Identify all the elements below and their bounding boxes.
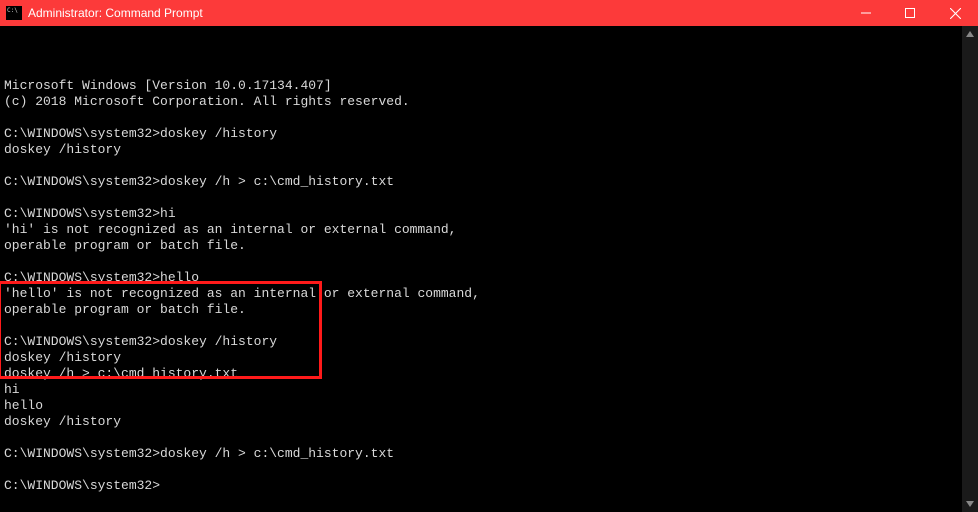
terminal-line: C:\WINDOWS\system32>doskey /h > c:\cmd_h… [4, 446, 958, 462]
titlebar[interactable]: Administrator: Command Prompt [0, 0, 978, 26]
terminal-line: C:\WINDOWS\system32>doskey /h > c:\cmd_h… [4, 174, 958, 190]
terminal-wrapper: Microsoft Windows [Version 10.0.17134.40… [0, 26, 978, 512]
cmd-icon [6, 6, 22, 20]
terminal-line: operable program or batch file. [4, 238, 958, 254]
terminal-line [4, 254, 958, 270]
window-controls [844, 0, 978, 26]
scrollbar[interactable] [962, 26, 978, 512]
maximize-button[interactable] [888, 0, 932, 26]
terminal-line: hello [4, 398, 958, 414]
terminal-line [4, 190, 958, 206]
terminal-line [4, 318, 958, 334]
terminal[interactable]: Microsoft Windows [Version 10.0.17134.40… [0, 26, 962, 512]
terminal-line [4, 158, 958, 174]
close-button[interactable] [932, 0, 978, 26]
terminal-line: C:\WINDOWS\system32>doskey /history [4, 334, 958, 350]
terminal-line: Microsoft Windows [Version 10.0.17134.40… [4, 78, 958, 94]
scroll-down-arrow-icon[interactable] [962, 496, 978, 512]
terminal-line: 'hello' is not recognized as an internal… [4, 286, 958, 302]
terminal-line: doskey /history [4, 350, 958, 366]
terminal-line: C:\WINDOWS\system32>hello [4, 270, 958, 286]
terminal-line: doskey /history [4, 142, 958, 158]
terminal-line: doskey /h > c:\cmd_history.txt [4, 366, 958, 382]
terminal-line: doskey /history [4, 414, 958, 430]
scroll-up-arrow-icon[interactable] [962, 26, 978, 42]
terminal-line: (c) 2018 Microsoft Corporation. All righ… [4, 94, 958, 110]
terminal-line: C:\WINDOWS\system32> [4, 478, 958, 494]
terminal-line: hi [4, 382, 958, 398]
window-title: Administrator: Command Prompt [28, 6, 844, 20]
terminal-line [4, 462, 958, 478]
terminal-line: operable program or batch file. [4, 302, 958, 318]
terminal-line: C:\WINDOWS\system32>doskey /history [4, 126, 958, 142]
terminal-line [4, 430, 958, 446]
terminal-line: C:\WINDOWS\system32>hi [4, 206, 958, 222]
minimize-button[interactable] [844, 0, 888, 26]
terminal-line [4, 110, 958, 126]
terminal-line: 'hi' is not recognized as an internal or… [4, 222, 958, 238]
